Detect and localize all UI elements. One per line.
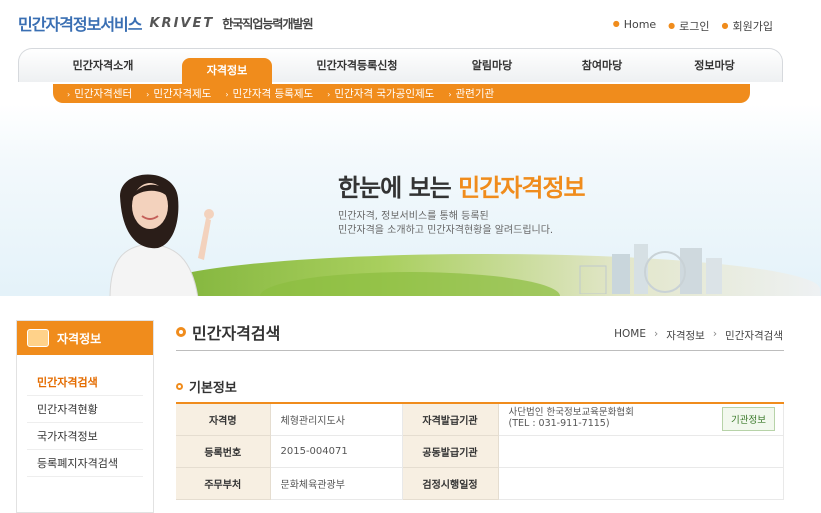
basic-info-table: 자격명 체형관리지도사 자격발급기관 기관정보 사단법인 한국정보교육문화협회 …: [176, 402, 784, 500]
arrow-icon: ›: [327, 90, 331, 99]
issuer-cell: 기관정보 사단법인 한국정보교육문화협회 (TEL : 031-911-7115…: [498, 403, 784, 436]
table-row: 등록번호 2015-004071 공동발급기관: [176, 435, 784, 468]
hero-banner: 한눈에 보는 민간자격정보 민간자격, 정보서비스를 통해 등록된 민간자격을 …: [0, 104, 821, 296]
arrow-icon: ›: [448, 90, 452, 99]
bullet-icon: ●: [668, 21, 676, 30]
sub-nav-label: 민간자격 국가공인제도: [334, 88, 435, 100]
sidebar-item-status[interactable]: 민간자격현황: [27, 396, 143, 423]
page-title-text: 민간자격검색: [192, 324, 281, 343]
table-cell: 문화체육관광부: [270, 467, 403, 500]
sub-nav-label: 민간자격센터: [74, 88, 133, 100]
breadcrumb-home[interactable]: HOME: [614, 328, 646, 343]
table-row: 주무부처 문화체육관광부 검정시행일정: [176, 467, 784, 500]
table-row: 자격명 체형관리지도사 자격발급기관 기관정보 사단법인 한국정보교육문화협회 …: [176, 403, 784, 436]
sub-nav-system[interactable]: › 민간자격제도: [146, 86, 211, 101]
sidebar-title: 자격정보: [57, 331, 102, 346]
table-cell: [498, 467, 784, 500]
title-divider: [176, 350, 784, 351]
hero-title: 한눈에 보는 민간자격정보: [338, 168, 586, 203]
logo-sub: 한국직업능력개발원: [222, 16, 313, 31]
sidebar-item-abolished[interactable]: 등록폐지자격검색: [27, 450, 143, 477]
util-signup-link[interactable]: ● 회원가입: [722, 18, 773, 34]
util-link-label: 회원가입: [732, 20, 773, 33]
sidebar-item-national[interactable]: 국가자격정보: [27, 423, 143, 450]
sidebar-header: 자격정보: [17, 321, 153, 355]
breadcrumb-current: 민간자격검색: [725, 330, 783, 342]
nav-item-registration[interactable]: 민간자격등록신청: [272, 48, 442, 84]
nav-item-qualification-info[interactable]: 자격정보: [182, 58, 272, 84]
util-home-link[interactable]: ● Home: [613, 18, 656, 34]
sidebar: 자격정보 민간자격검색 민간자격현황 국가자격정보 등록폐지자격검색: [16, 320, 154, 513]
bullet-icon: ●: [612, 19, 620, 28]
sidebar-menu: 민간자격검색 민간자격현황 국가자격정보 등록폐지자격검색: [17, 355, 153, 477]
hero-desc-line: 민간자격, 정보서비스를 통해 등록된: [338, 211, 489, 222]
table-header-cell: 등록번호: [176, 435, 271, 468]
nav-item-intro[interactable]: 민간자격소개: [18, 48, 188, 84]
sub-nav-related-orgs[interactable]: › 관련기관: [448, 86, 494, 101]
hero-title-prefix: 한눈에 보는: [338, 174, 459, 202]
nav-item-participation[interactable]: 참여마당: [542, 48, 662, 84]
sub-nav: › 민간자격센터 › 민간자격제도 › 민간자격 등록제도 › 민간자격 국가공인제도 …: [53, 84, 750, 103]
section-title-text: 기본정보: [189, 381, 237, 396]
breadcrumb-category[interactable]: 자격정보: [666, 328, 705, 343]
org-info-button[interactable]: 기관정보: [722, 407, 775, 432]
chevron-right-icon: ›: [712, 328, 718, 340]
page-title: 민간자격검색: [176, 320, 280, 344]
table-header-cell: 검정시행일정: [402, 467, 499, 500]
arrow-icon: ›: [146, 90, 150, 99]
circle-bullet-icon: [176, 327, 186, 337]
util-link-label: Home: [623, 18, 657, 31]
hero-title-highlight: 민간자격정보: [458, 174, 585, 202]
sub-nav-label: 민간자격 등록제도: [232, 88, 314, 100]
sub-nav-certification-system[interactable]: › 민간자격 국가공인제도: [327, 86, 434, 101]
table-cell: 체형관리지도사: [270, 403, 403, 436]
breadcrumb: HOME › 자격정보 › 민간자격검색: [614, 328, 783, 343]
table-cell: 2015-004071: [270, 435, 403, 468]
sub-nav-center[interactable]: › 민간자격센터: [67, 86, 132, 101]
sub-nav-registration-system[interactable]: › 민간자격 등록제도: [225, 86, 313, 101]
main-nav: 민간자격소개 자격정보 민간자격등록신청 알림마당 참여마당 정보마당: [18, 48, 783, 84]
arrow-icon: ›: [67, 90, 71, 99]
site-logo[interactable]: 민간자격정보서비스 KRIVET 한국직업능력개발원: [18, 10, 314, 36]
util-links: ● Home ● 로그인 ● 회원가입: [613, 18, 773, 34]
section-title: 기본정보: [176, 377, 237, 396]
table-header-cell: 자격발급기관: [402, 403, 499, 436]
card-icon: [27, 329, 49, 347]
hero-desc-line: 민간자격을 소개하고 민간자격현황을 알려드립니다.: [338, 225, 554, 236]
circle-bullet-icon: [176, 383, 183, 390]
table-header-cell: 자격명: [176, 403, 271, 436]
nav-item-information[interactable]: 정보마당: [662, 48, 767, 84]
util-link-label: 로그인: [679, 20, 710, 33]
woman-pointing-illustration: [109, 174, 214, 296]
sidebar-item-search[interactable]: 민간자격검색: [27, 369, 143, 396]
nav-item-notice[interactable]: 알림마당: [442, 48, 542, 84]
hero-description: 민간자격, 정보서비스를 통해 등록된 민간자격을 소개하고 민간자격현황을 알…: [338, 210, 553, 238]
logo-title: 민간자격정보서비스: [18, 15, 142, 34]
arrow-icon: ›: [225, 90, 229, 99]
table-header-cell: 주무부처: [176, 467, 271, 500]
city-illustration: [579, 244, 722, 294]
util-login-link[interactable]: ● 로그인: [668, 18, 709, 34]
table-cell: [498, 435, 784, 468]
chevron-right-icon: ›: [653, 328, 659, 340]
logo-mark: KRIVET: [149, 15, 215, 31]
bullet-icon: ●: [721, 21, 729, 30]
table-header-cell: 공동발급기관: [402, 435, 499, 468]
sub-nav-label: 민간자격제도: [153, 88, 212, 100]
page: 민간자격정보서비스 KRIVET 한국직업능력개발원 ● Home ● 로그인 ● 회…: [0, 0, 821, 513]
sub-nav-label: 관련기관: [455, 88, 495, 100]
